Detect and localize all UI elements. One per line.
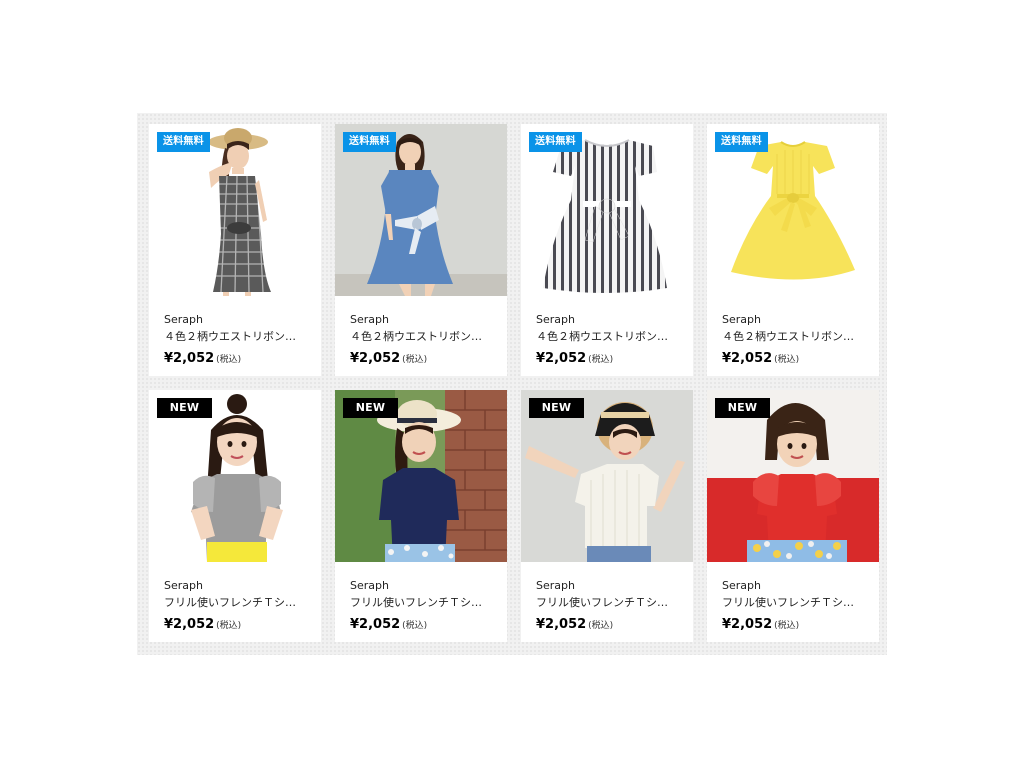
product-price: ¥2,052: [536, 351, 587, 366]
product-image-white-tee[interactable]: NEW: [521, 390, 693, 562]
free-shipping-badge: 送料無料: [343, 132, 396, 152]
product-grid: 送料無料 Seraph ４色２柄ウエストリボン… ¥2,052 (税込) 送料無…: [149, 124, 879, 642]
free-shipping-badge: 送料無料: [529, 132, 582, 152]
tax-label: (税込): [402, 621, 428, 631]
tax-label: (税込): [216, 355, 242, 365]
product-brand: Seraph: [350, 313, 389, 326]
product-name[interactable]: フリル使いフレンチＴシ…: [536, 596, 678, 610]
product-name[interactable]: フリル使いフレンチＴシ…: [350, 596, 492, 610]
product-price: ¥2,052: [350, 617, 401, 632]
product-card[interactable]: 送料無料 Seraph ４色２柄ウエストリボン… ¥2,052 (税込): [707, 124, 879, 376]
tax-label: (税込): [402, 355, 428, 365]
product-brand: Seraph: [164, 313, 203, 326]
product-name[interactable]: ４色２柄ウエストリボン…: [536, 330, 678, 344]
product-brand: Seraph: [536, 313, 575, 326]
new-badge: NEW: [715, 398, 770, 418]
product-price: ¥2,052: [722, 351, 773, 366]
product-image-gingham-dress[interactable]: 送料無料: [149, 124, 321, 296]
product-card[interactable]: 送料無料 Seraph ４色２柄ウエストリボン… ¥2,052 (税込): [521, 124, 693, 376]
product-card[interactable]: NEW Seraph フリル使いフレンチＴシ… ¥2,052 (税込): [521, 390, 693, 642]
tax-label: (税込): [588, 355, 614, 365]
product-card[interactable]: 送料無料 Seraph ４色２柄ウエストリボン… ¥2,052 (税込): [149, 124, 321, 376]
product-brand: Seraph: [350, 579, 389, 592]
new-badge: NEW: [157, 398, 212, 418]
product-image-red-tee[interactable]: NEW: [707, 390, 879, 562]
tax-label: (税込): [588, 621, 614, 631]
product-image-yellow-dress[interactable]: 送料無料: [707, 124, 879, 296]
product-brand: Seraph: [164, 579, 203, 592]
product-brand: Seraph: [536, 579, 575, 592]
product-price: ¥2,052: [350, 351, 401, 366]
product-brand: Seraph: [722, 579, 761, 592]
product-card[interactable]: NEW Seraph フリル使いフレンチＴシ… ¥2,052 (税込): [149, 390, 321, 642]
product-image-grey-tee[interactable]: NEW: [149, 390, 321, 562]
product-card[interactable]: NEW Seraph フリル使いフレンチＴシ… ¥2,052 (税込): [335, 390, 507, 642]
product-name[interactable]: フリル使いフレンチＴシ…: [722, 596, 864, 610]
product-name[interactable]: フリル使いフレンチＴシ…: [164, 596, 306, 610]
product-card[interactable]: 送料無料 Seraph ４色２柄ウエストリボン… ¥2,052 (税込): [335, 124, 507, 376]
product-image-chambray-dress[interactable]: 送料無料: [335, 124, 507, 296]
product-price: ¥2,052: [722, 617, 773, 632]
free-shipping-badge: 送料無料: [157, 132, 210, 152]
new-badge: NEW: [343, 398, 398, 418]
product-price: ¥2,052: [164, 617, 215, 632]
tax-label: (税込): [774, 355, 800, 365]
free-shipping-badge: 送料無料: [715, 132, 768, 152]
product-name[interactable]: ４色２柄ウエストリボン…: [722, 330, 864, 344]
tax-label: (税込): [216, 621, 242, 631]
product-price: ¥2,052: [164, 351, 215, 366]
product-name[interactable]: ４色２柄ウエストリボン…: [164, 330, 306, 344]
product-price: ¥2,052: [536, 617, 587, 632]
product-name[interactable]: ４色２柄ウエストリボン…: [350, 330, 492, 344]
product-image-navy-tee[interactable]: NEW: [335, 390, 507, 562]
product-brand: Seraph: [722, 313, 761, 326]
new-badge: NEW: [529, 398, 584, 418]
product-grid-container: 送料無料 Seraph ４色２柄ウエストリボン… ¥2,052 (税込) 送料無…: [137, 113, 887, 655]
tax-label: (税込): [774, 621, 800, 631]
product-image-striped-dress[interactable]: 送料無料: [521, 124, 693, 296]
product-card[interactable]: NEW Seraph フリル使いフレンチＴシ… ¥2,052 (税込): [707, 390, 879, 642]
